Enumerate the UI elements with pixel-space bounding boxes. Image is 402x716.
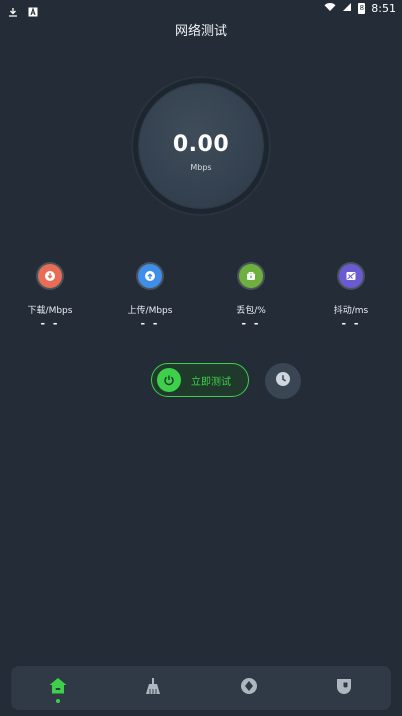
start-test-label: 立即测试	[191, 376, 231, 388]
metric-upload: 上传/Mbps - -	[110, 262, 190, 330]
speed-unit: Mbps	[190, 163, 212, 172]
bottom-nav	[11, 666, 391, 710]
a-icon	[28, 2, 38, 17]
status-bar: 8 8:51	[0, 0, 402, 18]
metric-jitter: 抖动/ms - -	[311, 262, 391, 330]
speed-value: 0.00	[172, 132, 230, 157]
active-indicator	[56, 699, 60, 703]
nav-clean[interactable]	[141, 676, 165, 700]
nav-profile[interactable]	[332, 676, 356, 700]
metric-label: 下载/Mbps	[27, 306, 73, 316]
metric-value: - -	[341, 317, 361, 330]
start-test-button[interactable]: 立即测试	[151, 363, 249, 397]
metric-value: - -	[140, 317, 160, 330]
shield-icon	[335, 677, 353, 699]
cell-signal-icon	[342, 2, 352, 15]
metric-label: 上传/Mbps	[127, 306, 173, 316]
compass-icon	[240, 677, 258, 699]
nav-home[interactable]	[46, 676, 70, 700]
upload-icon	[138, 264, 162, 288]
metric-download: 下载/Mbps - -	[10, 262, 90, 330]
metric-label: 丢包/%	[236, 306, 266, 316]
home-icon	[48, 677, 68, 699]
speed-gauge: 0.00 Mbps	[131, 76, 271, 216]
status-bar-left	[8, 2, 38, 17]
metric-label: 抖动/ms	[333, 306, 369, 316]
status-bar-right: 8 8:51	[324, 2, 396, 15]
nav-tools[interactable]	[237, 676, 261, 700]
download-icon	[38, 264, 62, 288]
status-time: 8:51	[371, 2, 396, 15]
power-icon	[157, 368, 181, 392]
broom-icon	[144, 677, 162, 699]
history-icon	[275, 371, 291, 391]
metric-value: - -	[40, 317, 60, 330]
speed-gauge-face: 0.00 Mbps	[139, 84, 263, 208]
metric-value: - -	[241, 317, 261, 330]
wifi-icon	[324, 2, 336, 15]
metrics-row: 下载/Mbps - - 上传/Mbps - - 丢包/% - - 抖动/ms -…	[0, 262, 402, 342]
battery-level: 8	[359, 4, 365, 12]
page-title: 网络测试	[174, 24, 227, 39]
history-button[interactable]	[265, 363, 301, 399]
metric-packet-loss: 丢包/% - -	[211, 262, 291, 330]
download-icon	[8, 2, 18, 17]
battery-icon: 8	[358, 3, 366, 14]
packet-loss-icon	[239, 264, 263, 288]
jitter-icon	[339, 264, 363, 288]
